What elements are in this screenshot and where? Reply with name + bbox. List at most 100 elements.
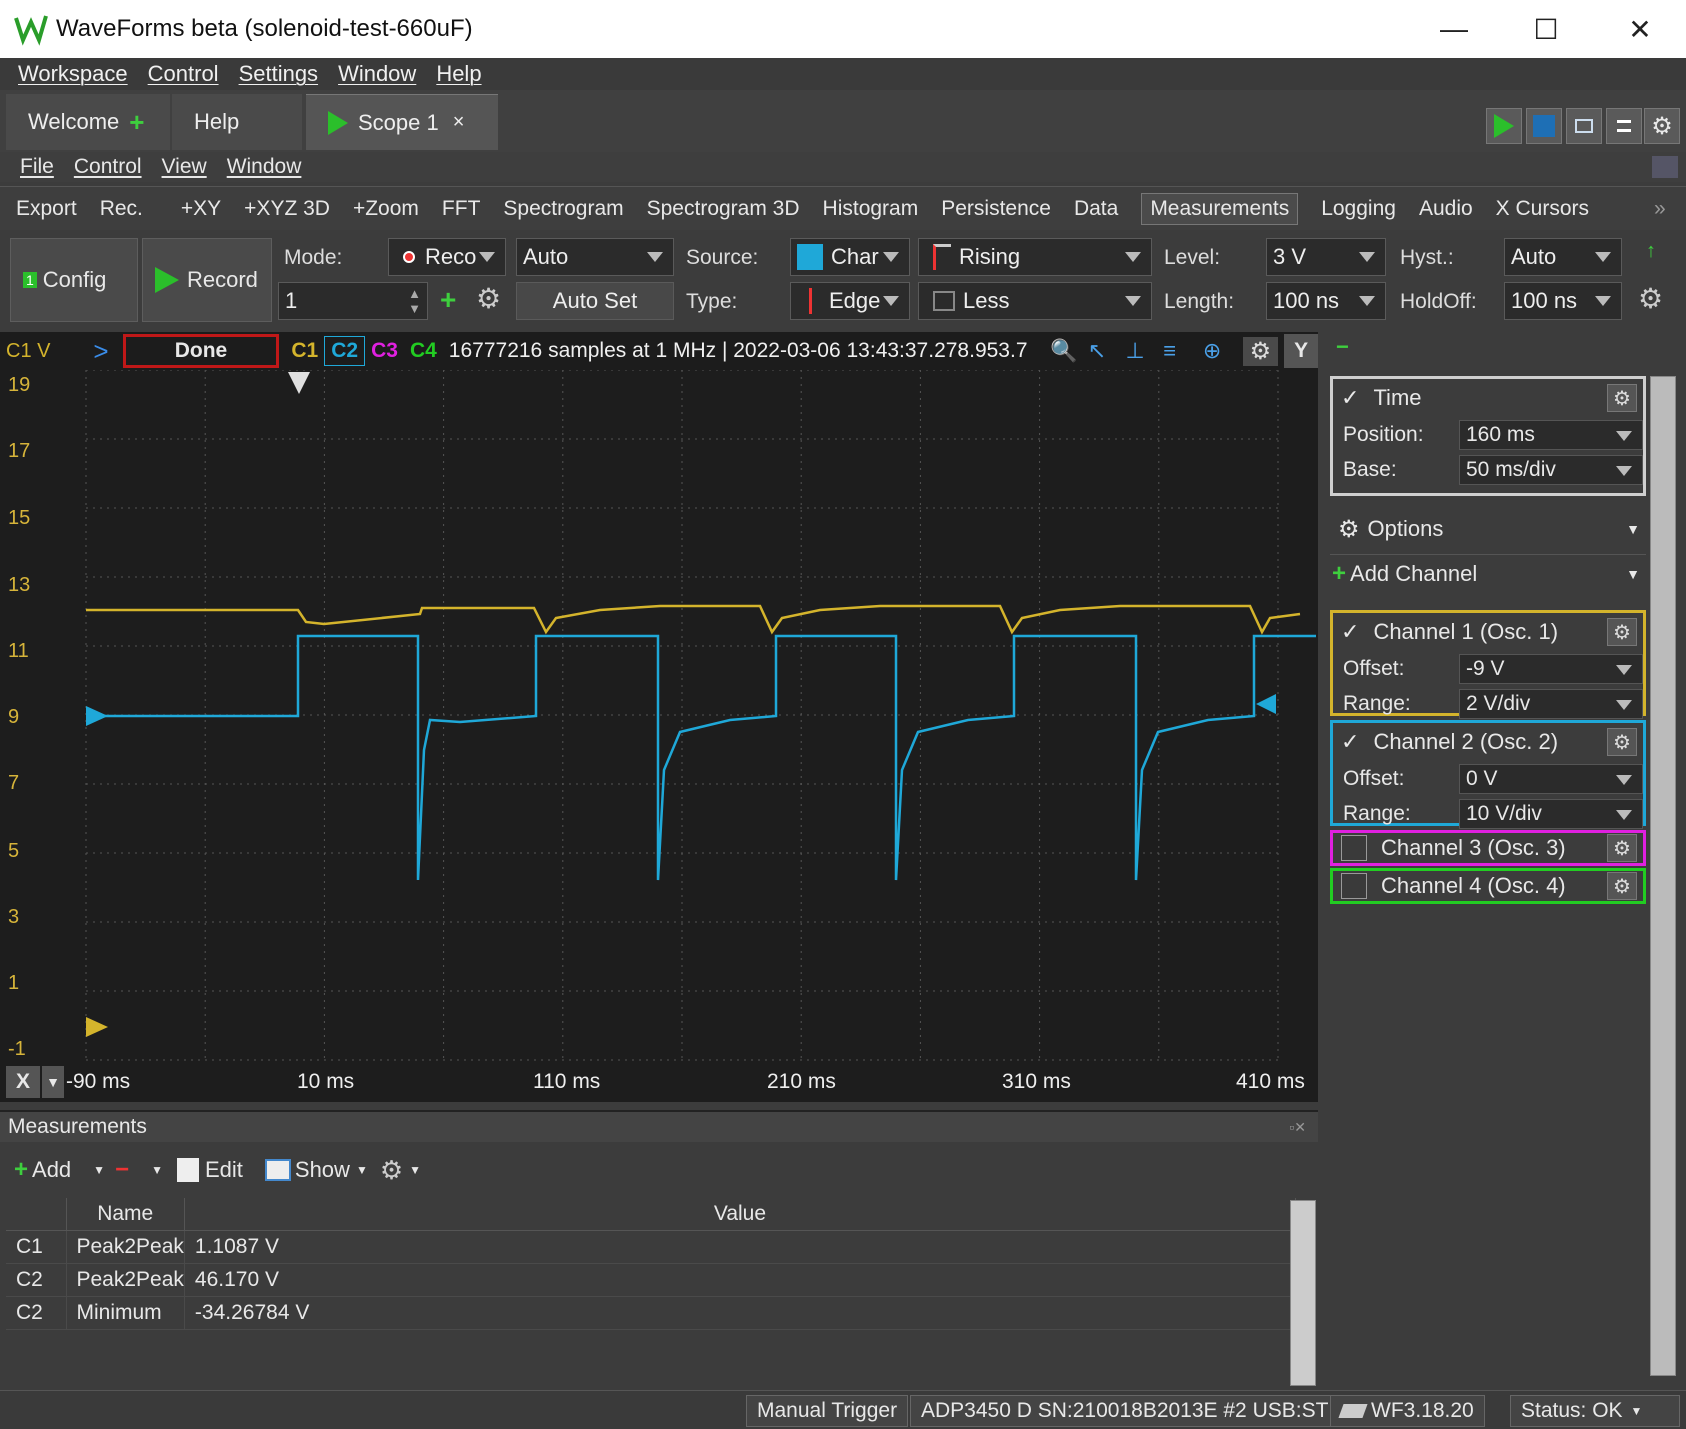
channel-2-range-field[interactable]: 10 V/div — [1459, 798, 1643, 829]
trigger-mode-select[interactable]: Auto — [516, 238, 674, 276]
column-name[interactable]: Name — [66, 1198, 185, 1231]
count-stepper[interactable]: 1 ▲ ▼ — [278, 282, 428, 320]
add-channel-group[interactable]: + Add Channel ▼ — [1330, 554, 1646, 594]
menu-control[interactable]: Control — [74, 155, 142, 179]
channel-3-header[interactable]: Channel 3 (Osc. 3) ⚙ — [1333, 833, 1643, 863]
more-icon[interactable]: » — [1654, 197, 1666, 221]
run-all-button[interactable] — [1486, 108, 1522, 144]
float-icon[interactable]: ▫✕ — [1289, 1119, 1306, 1136]
table-row[interactable]: C2 Minimum -34.26784 V — [6, 1296, 1297, 1330]
close-tab-icon[interactable]: × — [453, 111, 465, 134]
rec-button[interactable]: Rec. — [100, 197, 143, 221]
run-arrow-icon[interactable]: > — [93, 336, 108, 367]
zoom-button[interactable]: +Zoom — [353, 197, 419, 221]
edit-button[interactable]: Edit — [205, 1157, 243, 1183]
menu-workspace[interactable]: Workspace — [18, 61, 128, 87]
dock-windows-button[interactable] — [1566, 108, 1602, 144]
options-group[interactable]: ⚙ Options ▼ — [1330, 510, 1646, 550]
spectrogram3d-button[interactable]: Spectrogram 3D — [647, 197, 800, 221]
config-button[interactable]: 1 Config — [10, 238, 138, 322]
align-icon[interactable]: ⊥ — [1125, 338, 1163, 364]
add-measurement-button[interactable]: Add — [32, 1157, 71, 1183]
measurements-scrollbar[interactable] — [1290, 1200, 1316, 1386]
length-field[interactable]: 100 ns — [1266, 282, 1386, 320]
stop-all-button[interactable] — [1526, 108, 1562, 144]
x-cursors-button[interactable]: X Cursors — [1496, 197, 1589, 221]
level-field[interactable]: 3 V — [1266, 238, 1386, 276]
remove-icon[interactable]: − — [115, 1156, 129, 1184]
channel-toggle-c3[interactable]: C3 — [365, 339, 404, 363]
gear-icon[interactable]: ⚙ — [476, 282, 501, 315]
mode-select[interactable]: Reco — [388, 238, 506, 276]
logging-button[interactable]: Logging — [1321, 197, 1396, 221]
plot-canvas[interactable] — [0, 370, 1318, 1102]
source-select[interactable]: Char — [790, 238, 910, 276]
chevron-down-icon[interactable]: ▼ — [356, 1163, 368, 1177]
channel-4-header[interactable]: Channel 4 (Osc. 4) ⚙ — [1333, 871, 1643, 901]
tab-scope[interactable]: Scope 1 × — [306, 94, 498, 150]
manual-trigger-button[interactable]: Manual Trigger — [746, 1395, 909, 1427]
holdoff-field[interactable]: 100 ns — [1504, 282, 1622, 320]
maximize-button[interactable]: ☐ — [1500, 0, 1592, 58]
tile-windows-button[interactable] — [1606, 108, 1642, 144]
histogram-button[interactable]: Histogram — [823, 197, 919, 221]
record-button[interactable]: Record — [142, 238, 272, 322]
chevron-down-icon[interactable]: ▼ — [151, 1163, 163, 1177]
table-row[interactable]: C1 Peak2Peak 1.1087 V — [6, 1230, 1297, 1264]
channel-3-checkbox[interactable] — [1341, 835, 1367, 861]
add-icon[interactable]: + — [129, 107, 144, 138]
fft-button[interactable]: FFT — [442, 197, 480, 221]
oscilloscope-plot[interactable]: 19 17 15 13 11 9 7 5 3 1 -1 X ▼ -90 ms 1… — [0, 370, 1318, 1102]
persistence-button[interactable]: Persistence — [941, 197, 1051, 221]
check-icon[interactable]: ✓ — [1341, 619, 1359, 645]
gear-icon[interactable]: ⚙ — [1607, 872, 1637, 900]
menu-view[interactable]: View — [162, 155, 207, 179]
status-indicator[interactable]: Status: OK ▼ — [1510, 1395, 1680, 1427]
version-info[interactable]: WF3.18.20 — [1330, 1395, 1485, 1427]
stack-icon[interactable]: ≡ — [1163, 338, 1203, 364]
gear-icon[interactable]: ⚙ — [1638, 282, 1663, 315]
audio-button[interactable]: Audio — [1419, 197, 1473, 221]
gear-icon[interactable]: ⚙ — [1607, 834, 1637, 862]
minimize-button[interactable]: — — [1408, 0, 1500, 58]
panel-scrollbar[interactable] — [1650, 376, 1676, 1376]
chevron-down-icon[interactable]: ▼ — [93, 1163, 105, 1177]
cursor-icon[interactable]: ↖ — [1088, 338, 1126, 364]
undock-icon[interactable] — [1652, 156, 1678, 178]
gear-icon[interactable]: ⚙ — [1242, 336, 1279, 366]
channel-2-header[interactable]: ✓ Channel 2 (Osc. 2) ⚙ — [1333, 723, 1643, 761]
zoom-fit-icon[interactable]: ⊕ — [1203, 338, 1243, 364]
xy-button[interactable]: +XY — [181, 197, 221, 221]
menu-control[interactable]: Control — [148, 61, 219, 87]
xyz3d-button[interactable]: +XYZ 3D — [244, 197, 330, 221]
x-axis-button[interactable]: X — [6, 1066, 40, 1098]
menu-settings[interactable]: Settings — [239, 61, 319, 87]
tab-welcome[interactable]: Welcome + — [6, 94, 170, 150]
channel-1-range-field[interactable]: 2 V/div — [1459, 688, 1643, 719]
add-channel-header[interactable]: + Add Channel ▼ — [1330, 555, 1646, 593]
show-button[interactable]: Show — [295, 1157, 350, 1183]
menu-file[interactable]: File — [20, 155, 54, 179]
polarity-select[interactable]: Rising — [918, 238, 1152, 276]
menu-window[interactable]: Window — [338, 61, 416, 87]
table-row[interactable]: C2 Peak2Peak 46.170 V — [6, 1263, 1297, 1297]
gear-icon[interactable]: ⚙ — [1607, 618, 1637, 646]
condition-select[interactable]: Less — [918, 282, 1152, 320]
time-base-field[interactable]: 50 ms/div — [1459, 454, 1643, 485]
y-axis-button[interactable]: Y — [1284, 334, 1319, 368]
close-button[interactable]: ✕ — [1594, 0, 1686, 58]
check-icon[interactable]: ✓ — [1341, 385, 1359, 411]
channel-1-header[interactable]: ✓ Channel 1 (Osc. 1) ⚙ — [1333, 613, 1643, 651]
spectrogram-button[interactable]: Spectrogram — [503, 197, 623, 221]
options-header[interactable]: ⚙ Options ▼ — [1330, 510, 1646, 548]
time-header[interactable]: ✓ Time ⚙ — [1333, 379, 1643, 417]
column-value[interactable]: Value — [184, 1198, 1297, 1231]
type-select[interactable]: Edge — [790, 282, 910, 320]
channel-2-offset-field[interactable]: 0 V — [1459, 763, 1643, 794]
zoom-icon[interactable]: 🔍 — [1050, 338, 1088, 364]
stepper-arrows-icon[interactable]: ▲ ▼ — [408, 286, 421, 316]
menu-help[interactable]: Help — [436, 61, 481, 87]
collapse-icon[interactable]: − — [1336, 334, 1349, 360]
chevron-down-icon[interactable]: ▼ — [409, 1163, 421, 1177]
data-button[interactable]: Data — [1074, 197, 1118, 221]
